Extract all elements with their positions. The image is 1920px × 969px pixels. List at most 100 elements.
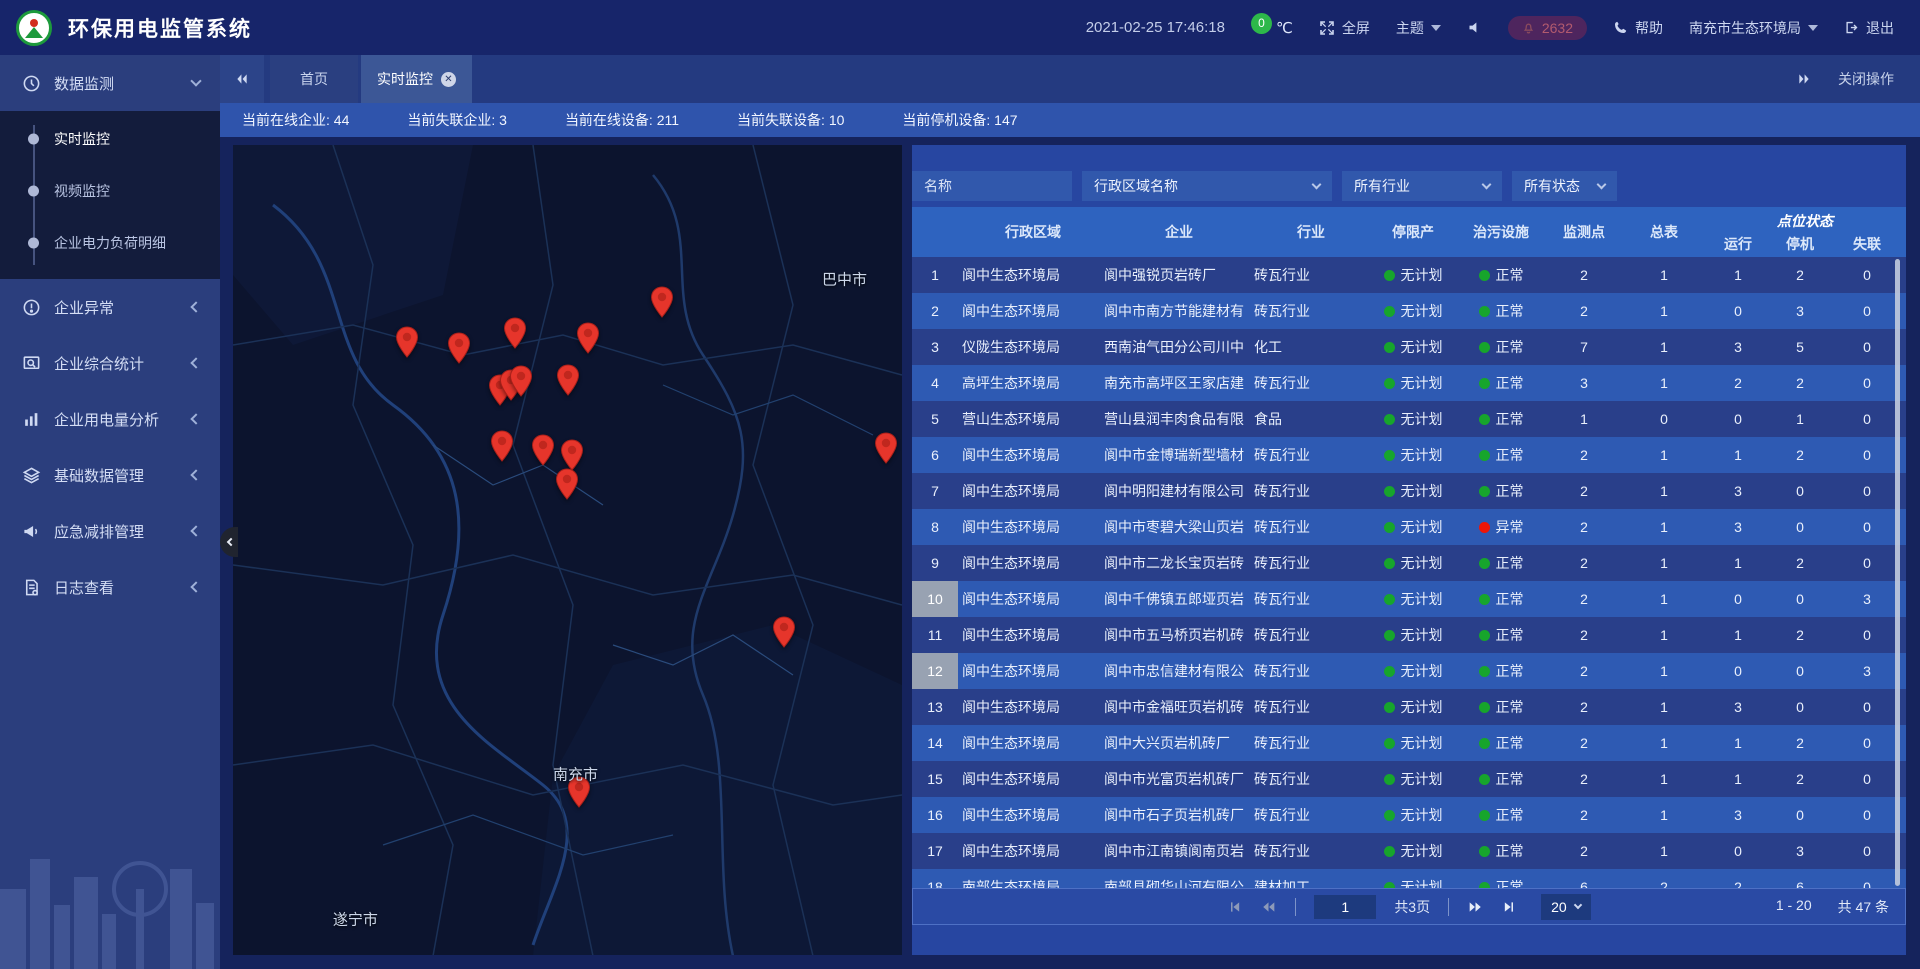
status-dot-green (1479, 486, 1490, 497)
map-pin-icon[interactable] (772, 616, 796, 648)
table-row[interactable]: 6阆中生态环境局阆中市金博瑞新型墙材砖瓦行业无计划正常21120 (912, 437, 1906, 473)
page-size-select[interactable]: 20 (1541, 894, 1591, 920)
map-pin-icon[interactable] (509, 365, 533, 397)
table-row[interactable]: 1阆中生态环境局阆中强锐页岩砖厂砖瓦行业无计划正常21120 (912, 257, 1906, 293)
cell-industry: 砖瓦行业 (1254, 293, 1368, 329)
row-index: 15 (912, 761, 958, 797)
map-pin-icon[interactable] (560, 439, 584, 471)
map-canvas[interactable]: 巴中市南充市遂宁市 (233, 145, 902, 955)
industry-select[interactable]: 所有行业 (1342, 171, 1502, 201)
mute-button[interactable] (1467, 20, 1482, 35)
table-row[interactable]: 4高坪生态环境局南充市高坪区王家店建砖瓦行业无计划正常31220 (912, 365, 1906, 401)
table-row[interactable]: 14阆中生态环境局阆中大兴页岩机砖厂砖瓦行业无计划正常21120 (912, 725, 1906, 761)
cell-region: 营山生态环境局 (958, 401, 1104, 437)
table-row[interactable]: 2阆中生态环境局阆中市南方节能建材有砖瓦行业无计划正常21030 (912, 293, 1906, 329)
sidebar-subitem[interactable]: 实时监控 (0, 113, 220, 165)
notification-badge[interactable]: 2632 (1508, 16, 1587, 40)
status-dot-green (1384, 270, 1395, 281)
table-row[interactable]: 16阆中生态环境局阆中市石子页岩机砖厂砖瓦行业无计划正常21300 (912, 797, 1906, 833)
tab-0[interactable]: 首页 (270, 55, 358, 103)
sidebar-subitem[interactable]: 企业电力负荷明细 (0, 217, 220, 269)
table-row[interactable]: 9阆中生态环境局阆中市二龙长宝页岩砖砖瓦行业无计划正常21120 (912, 545, 1906, 581)
chevron-left-icon (190, 357, 201, 368)
map-pin-icon[interactable] (576, 322, 600, 354)
table-row[interactable]: 18南部生态环境局南部县砌华山河有限公建材加工无计划正常62260 (912, 869, 1906, 888)
prev-page-button[interactable] (1260, 900, 1277, 914)
table-scrollbar[interactable] (1895, 259, 1900, 886)
table-row[interactable]: 12阆中生态环境局阆中市忠信建材有限公砖瓦行业无计划正常21003 (912, 653, 1906, 689)
table-row[interactable]: 13阆中生态环境局阆中市金福旺页岩机砖砖瓦行业无计划正常21300 (912, 689, 1906, 725)
org-dropdown[interactable]: 南充市生态环境局 (1689, 18, 1818, 38)
map-pin-icon[interactable] (531, 434, 555, 466)
map-pin-icon[interactable] (874, 432, 898, 464)
cell-industry: 砖瓦行业 (1254, 797, 1368, 833)
last-page-button[interactable] (1502, 900, 1517, 914)
sidebar-item-4[interactable]: 基础数据管理 (0, 447, 220, 503)
close-operations-button[interactable]: 关闭操作 (1838, 69, 1894, 89)
map-pin-icon[interactable] (447, 332, 471, 364)
cell-facility-status: 正常 (1458, 833, 1544, 869)
table-row[interactable]: 3仪陇生态环境局西南油气田分公司川中化工无计划正常71350 (912, 329, 1906, 365)
help-button[interactable]: 帮助 (1613, 18, 1663, 38)
cell-industry: 砖瓦行业 (1254, 365, 1368, 401)
cell-industry: 砖瓦行业 (1254, 473, 1368, 509)
megaphone-icon (22, 522, 41, 541)
table-row[interactable]: 7阆中生态环境局阆中明阳建材有限公司砖瓦行业无计划正常21300 (912, 473, 1906, 509)
sidebar-item-0[interactable]: 数据监测 (0, 55, 220, 111)
tab-close-icon[interactable]: ✕ (441, 72, 456, 87)
tabs-scroll-right-button[interactable] (1796, 72, 1812, 86)
map-pin-icon[interactable] (555, 468, 579, 500)
col-running: 运行 (1704, 234, 1772, 254)
name-search-input[interactable] (912, 171, 1072, 201)
sidebar-item-1[interactable]: 企业异常 (0, 279, 220, 335)
cell-industry: 砖瓦行业 (1254, 653, 1368, 689)
stats-bar: 当前在线企业: 44当前失联企业: 3当前在线设备: 211当前失联设备: 10… (220, 103, 1920, 137)
map-pin-icon[interactable] (650, 286, 674, 318)
cell-region: 仪陇生态环境局 (958, 329, 1104, 365)
sidebar-subitem[interactable]: 视频监控 (0, 165, 220, 217)
cell-region: 阆中生态环境局 (958, 545, 1104, 581)
logout-button[interactable]: 退出 (1844, 18, 1894, 38)
fullscreen-button[interactable]: 全屏 (1319, 18, 1370, 38)
theme-dropdown[interactable]: 主题 (1396, 18, 1441, 38)
app-logo (16, 10, 52, 46)
map-pin-icon[interactable] (556, 364, 580, 396)
cell-stopped: 2 (1772, 437, 1828, 473)
tabs-scroll-left-button[interactable] (220, 55, 264, 103)
table-row[interactable]: 8阆中生态环境局阆中市枣碧大梁山页岩砖瓦行业无计划异常21300 (912, 509, 1906, 545)
status-select[interactable]: 所有状态 (1512, 171, 1617, 201)
map-pin-icon[interactable] (503, 317, 527, 349)
table-header: 行政区域 企业 行业 停限产 治污设施 监测点 总表 点位状态 运行 停机 失联 (912, 207, 1906, 257)
stats-icon (22, 354, 41, 373)
first-page-button[interactable] (1227, 900, 1242, 914)
sidebar-item-6[interactable]: 日志查看 (0, 559, 220, 615)
tab-label: 实时监控 (377, 69, 433, 89)
table-row[interactable]: 5营山生态环境局营山县润丰肉食品有限食品无计划正常10010 (912, 401, 1906, 437)
map-pin-icon[interactable] (395, 326, 419, 358)
cell-industry: 砖瓦行业 (1254, 545, 1368, 581)
map-pin-icon[interactable] (490, 430, 514, 462)
sidebar-item-5[interactable]: 应急减排管理 (0, 503, 220, 559)
table-row[interactable]: 10阆中生态环境局阆中千佛镇五郎垭页岩砖瓦行业无计划正常21003 (912, 581, 1906, 617)
col-meters: 总表 (1624, 207, 1704, 257)
city-label: 遂宁市 (333, 909, 378, 930)
status-dot-green (1384, 594, 1395, 605)
cell-stopped: 0 (1772, 653, 1828, 689)
table-row[interactable]: 15阆中生态环境局阆中市光富页岩机砖厂砖瓦行业无计划正常21120 (912, 761, 1906, 797)
cell-monitor-points: 2 (1544, 833, 1624, 869)
cell-monitor-points: 2 (1544, 653, 1624, 689)
row-index: 9 (912, 545, 958, 581)
tab-1[interactable]: 实时监控 ✕ (361, 55, 472, 103)
sidebar-item-3[interactable]: 企业用电量分析 (0, 391, 220, 447)
next-page-button[interactable] (1467, 900, 1484, 914)
table-row[interactable]: 17阆中生态环境局阆中市江南镇阆南页岩砖瓦行业无计划正常21030 (912, 833, 1906, 869)
stat-当前失联企业: 当前失联企业: 3 (407, 110, 507, 130)
status-dot-green (1479, 594, 1490, 605)
table-row[interactable]: 11阆中生态环境局阆中市五马桥页岩机砖砖瓦行业无计划正常21120 (912, 617, 1906, 653)
cell-total-meters: 2 (1624, 869, 1704, 888)
sidebar-item-2[interactable]: 企业综合统计 (0, 335, 220, 391)
cell-stopped: 6 (1772, 869, 1828, 888)
page-number-input[interactable] (1314, 895, 1376, 919)
region-select[interactable]: 行政区域名称 (1082, 171, 1332, 201)
sidebar-collapse-handle[interactable] (220, 527, 238, 557)
